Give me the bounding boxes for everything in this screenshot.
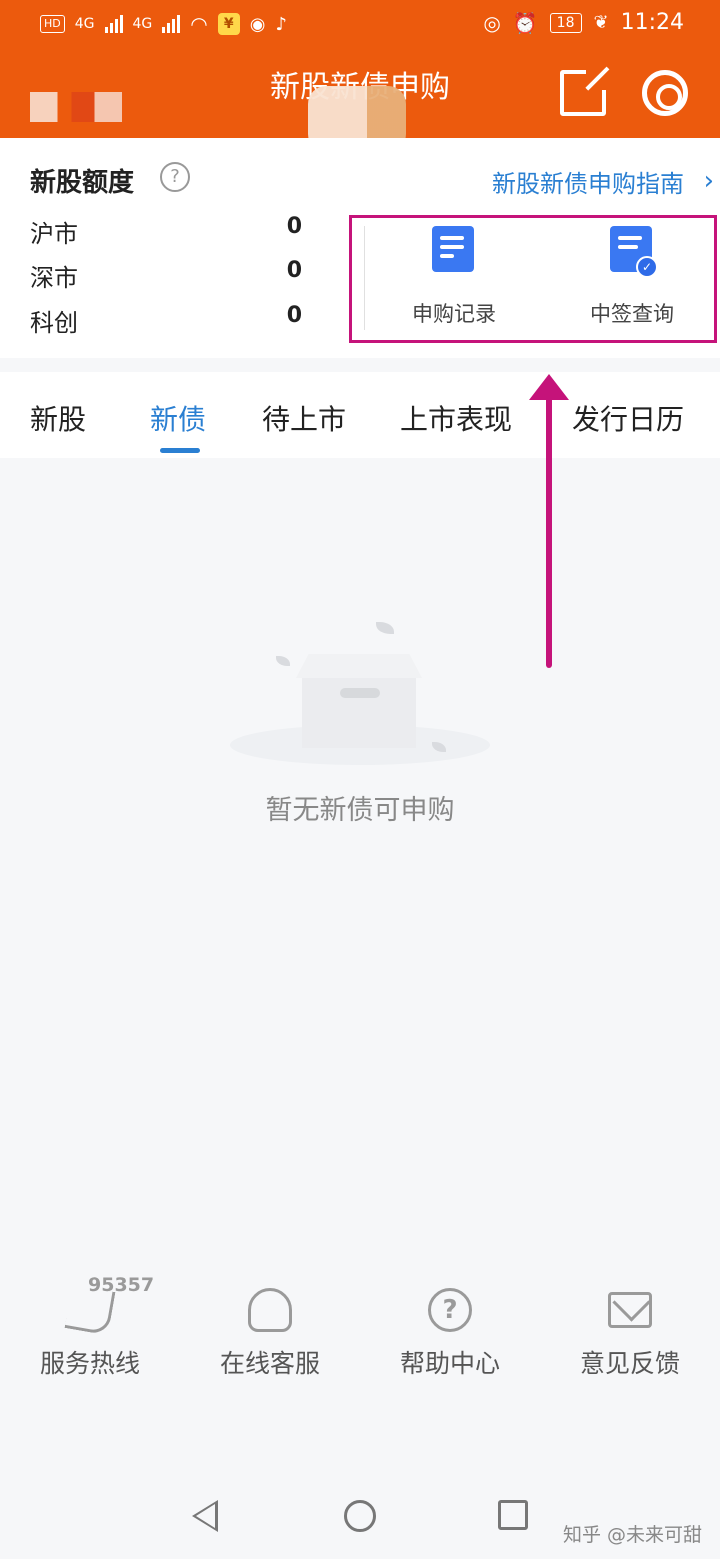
market-name: 科创 xyxy=(30,309,78,337)
watermark: 知乎 @未来可甜 xyxy=(562,1524,702,1546)
recent-apps-icon[interactable] xyxy=(498,1500,528,1530)
hd-indicator: HD xyxy=(40,15,65,33)
alarm-icon: ⏰ xyxy=(512,10,538,35)
market-value: 0 xyxy=(286,214,302,239)
home-icon[interactable] xyxy=(344,1500,376,1532)
divider xyxy=(364,226,365,330)
tab-new-bond[interactable]: 新债 xyxy=(150,398,206,438)
checked-document-icon: ✓ xyxy=(610,226,658,278)
network-type-2: 4G xyxy=(132,16,153,32)
market-value: 0 xyxy=(286,258,302,283)
leaf-icon: ❦ xyxy=(593,12,609,33)
gear-icon[interactable] xyxy=(642,70,688,116)
service-label: 服务热线 xyxy=(39,1349,140,1378)
network-type-1: 4G xyxy=(74,16,95,32)
quota-card: 新股额度 ? 新股新债申购指南 › 沪市 0 深市 0 科创 0 申购记录 ✓ … xyxy=(0,138,720,358)
service-label: 意见反馈 xyxy=(579,1349,680,1378)
share-icon[interactable] xyxy=(560,66,610,116)
action-label: 申购记录 xyxy=(412,302,496,326)
app-header: HD 4G 4G ◠ ¥ ◉ ♪ ◎ ⏰ 18 ❦ 11:24 新股新债申购 xyxy=(0,0,720,152)
help-icon[interactable]: ? xyxy=(160,162,190,192)
battery-indicator: 18 xyxy=(549,12,582,33)
highlight-box: 申购记录 ✓ 中签查询 xyxy=(349,215,717,343)
tab-listing-performance[interactable]: 上市表现 xyxy=(400,398,512,438)
hotline-number: 95357 xyxy=(88,1274,155,1296)
tab-bar: 新股 新债 待上市 上市表现 发行日历 xyxy=(0,372,720,458)
chevron-right-icon[interactable]: › xyxy=(704,166,714,196)
market-row-sh: 沪市 0 xyxy=(30,214,302,249)
tab-issue-calendar[interactable]: 发行日历 xyxy=(572,398,684,438)
signal-icon xyxy=(104,15,123,33)
quota-title: 新股额度 xyxy=(30,168,135,198)
active-tab-indicator xyxy=(160,448,200,453)
market-name: 深市 xyxy=(30,264,78,292)
back-icon[interactable] xyxy=(192,1500,218,1532)
notification-icon: ◉ xyxy=(249,13,266,35)
annotation-arrow xyxy=(546,386,552,668)
eye-icon: ◎ xyxy=(483,10,501,35)
market-name: 沪市 xyxy=(30,220,78,248)
app-badge-icon: ¥ xyxy=(217,13,240,35)
document-icon xyxy=(432,226,474,272)
service-label: 帮助中心 xyxy=(399,1349,500,1378)
tab-new-stock[interactable]: 新股 xyxy=(30,398,86,438)
check-icon: ✓ xyxy=(636,256,658,278)
guide-link[interactable]: 新股新债申购指南 xyxy=(492,164,684,199)
tiktok-icon: ♪ xyxy=(275,13,287,35)
tab-pending-listing[interactable]: 待上市 xyxy=(262,398,346,438)
annotation-arrowhead xyxy=(529,374,569,400)
action-label: 中签查询 xyxy=(590,302,674,326)
market-row-kc: 科创 0 xyxy=(30,303,302,338)
service-label: 在线客服 xyxy=(219,1349,320,1378)
wifi-icon: ◠ xyxy=(190,12,208,36)
signal-icon-2 xyxy=(162,15,181,33)
empty-state-text: 暂无新债可申购 xyxy=(265,795,455,826)
empty-box-illustration xyxy=(230,600,490,780)
question-icon: ? xyxy=(428,1288,472,1332)
market-row-sz: 深市 0 xyxy=(30,258,302,293)
headset-icon xyxy=(248,1288,292,1332)
market-value: 0 xyxy=(286,303,302,328)
status-bar: HD 4G 4G ◠ ¥ ◉ ♪ ◎ ⏰ 18 ❦ 11:24 xyxy=(0,0,720,50)
clock: 11:24 xyxy=(620,10,684,35)
mail-icon xyxy=(608,1292,652,1328)
